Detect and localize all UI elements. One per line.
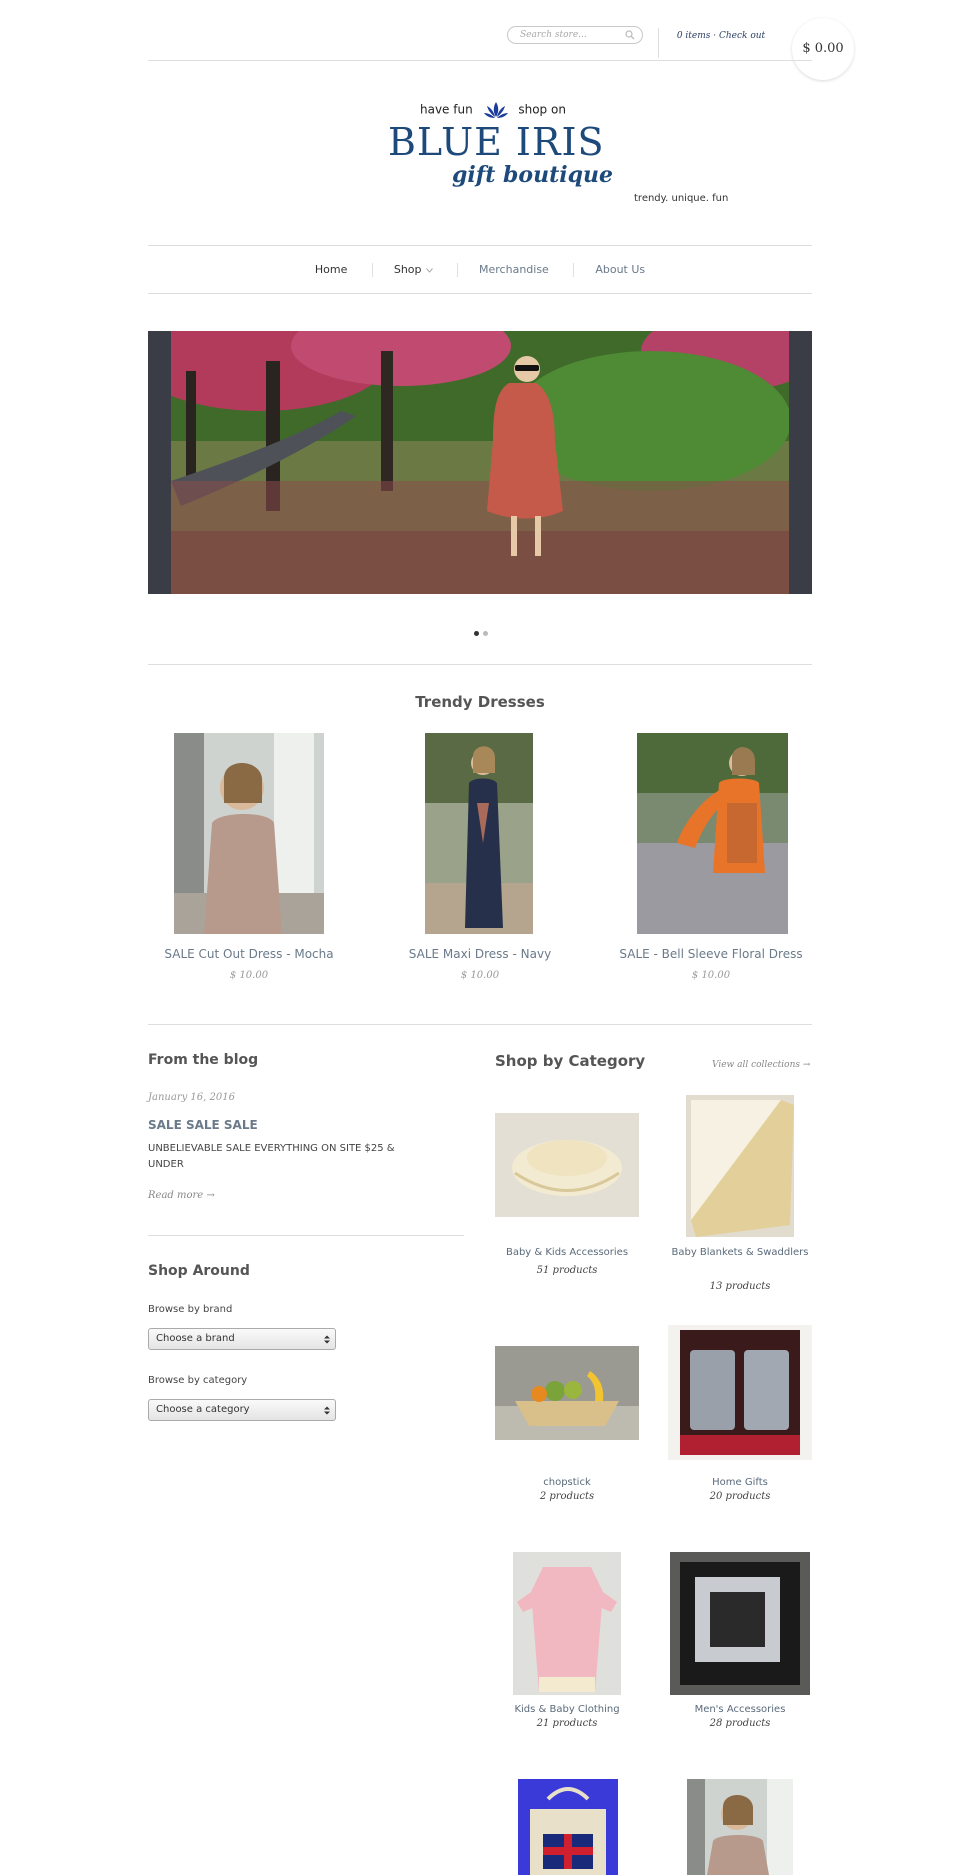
- nav-item-about[interactable]: About Us: [573, 263, 666, 277]
- category-count: 2 products: [539, 1491, 595, 1502]
- hero-slideshow[interactable]: [148, 331, 812, 594]
- main-nav: Home Shop Merchandise About Us: [148, 246, 812, 293]
- read-more-link[interactable]: Read more →: [148, 1190, 215, 1201]
- brand-select-value: Choose a brand: [156, 1333, 235, 1344]
- brand-select[interactable]: Choose a brand: [148, 1328, 336, 1350]
- nav-item-merchandise[interactable]: Merchandise: [457, 263, 570, 277]
- category-image[interactable]: [495, 1113, 639, 1217]
- product-title[interactable]: SALE Cut Out Dress - Mocha: [141, 947, 357, 961]
- search-box[interactable]: [507, 26, 643, 44]
- product-title[interactable]: SALE - Bell Sleeve Floral Dress: [603, 947, 819, 961]
- section-rule: [148, 1235, 464, 1236]
- cart-total[interactable]: $ 0.00: [792, 18, 854, 80]
- header-rule: [148, 60, 812, 61]
- product-title[interactable]: SALE Maxi Dress - Navy: [372, 947, 588, 961]
- category-image[interactable]: [686, 1095, 794, 1237]
- category-name[interactable]: chopstick: [495, 1475, 639, 1491]
- category-image[interactable]: [518, 1779, 618, 1875]
- category-select[interactable]: Choose a category: [148, 1399, 336, 1421]
- slideshow-pager: [472, 621, 490, 640]
- category-image[interactable]: [668, 1325, 812, 1460]
- logo-subtitle: gift boutique: [452, 162, 613, 188]
- chevron-down-icon: [425, 267, 433, 273]
- logo-text-left: have fun: [420, 102, 473, 117]
- category-select-value: Choose a category: [156, 1404, 250, 1415]
- product-image[interactable]: [637, 733, 788, 934]
- category-count: 21 products: [536, 1718, 598, 1729]
- search-input[interactable]: [520, 28, 620, 42]
- category-count: 51 products: [536, 1265, 598, 1276]
- category-count: 28 products: [709, 1718, 771, 1729]
- nav-link-shop[interactable]: Shop: [394, 263, 422, 276]
- blog-heading: From the blog: [148, 1052, 259, 1068]
- nav-rule-bottom: [148, 293, 812, 294]
- nav-link-home[interactable]: Home: [315, 263, 347, 276]
- category-count: 13 products: [709, 1281, 771, 1292]
- category-name[interactable]: Baby Blankets & Swaddlers: [668, 1245, 812, 1261]
- store-logo[interactable]: have fun shop on BLUE IRIS gift boutique: [380, 90, 613, 200]
- slide-dot-1[interactable]: [474, 631, 479, 636]
- product-price: $ 10.00: [229, 970, 269, 981]
- view-all-collections-link[interactable]: View all collections →: [712, 1060, 810, 1070]
- select-arrows-icon: [324, 1335, 330, 1344]
- search-icon[interactable]: [625, 30, 635, 40]
- logo-text-right: shop on: [518, 102, 566, 117]
- logo-tagline: trendy. unique. fun: [634, 193, 729, 204]
- header-divider: [658, 28, 659, 58]
- category-image[interactable]: [670, 1552, 810, 1695]
- logo-title: BLUE IRIS: [388, 120, 605, 164]
- category-name[interactable]: Men's Accessories: [668, 1702, 812, 1718]
- nav-item-shop[interactable]: Shop: [371, 263, 454, 277]
- blog-date: January 16, 2016: [148, 1092, 235, 1103]
- product-price: $ 10.00: [460, 970, 500, 981]
- nav-link-merchandise[interactable]: Merchandise: [479, 263, 549, 276]
- slide-dot-2[interactable]: [483, 631, 488, 636]
- category-count: 20 products: [709, 1491, 771, 1502]
- blog-excerpt: UNBELIEVABLE SALE EVERYTHING ON SITE $25…: [148, 1143, 395, 1170]
- browse-category-label: Browse by category: [148, 1375, 248, 1386]
- category-name[interactable]: Kids & Baby Clothing: [495, 1702, 639, 1718]
- product-image[interactable]: [174, 733, 324, 934]
- logo-top-line: have fun shop on: [420, 100, 566, 120]
- section-title-dresses: Trendy Dresses: [415, 693, 545, 711]
- cart-items-count: 0 items: [676, 31, 711, 41]
- select-arrows-icon: [324, 1406, 330, 1415]
- checkout-link[interactable]: Check out: [719, 31, 765, 41]
- section-rule: [148, 664, 812, 665]
- product-price: $ 10.00: [691, 970, 731, 981]
- category-heading: Shop by Category: [495, 1052, 646, 1070]
- cart-summary: 0 items · Check out: [676, 31, 766, 41]
- lotus-icon: [483, 102, 508, 118]
- product-image[interactable]: [425, 733, 533, 934]
- category-name[interactable]: Home Gifts: [668, 1475, 812, 1491]
- category-image[interactable]: [513, 1552, 621, 1695]
- nav-item-home[interactable]: Home: [294, 263, 368, 277]
- category-name[interactable]: Baby & Kids Accessories: [495, 1245, 639, 1261]
- browse-brand-label: Browse by brand: [148, 1304, 233, 1315]
- category-image[interactable]: [495, 1346, 639, 1440]
- shop-around-heading: Shop Around: [148, 1263, 250, 1279]
- category-image[interactable]: [687, 1779, 793, 1875]
- hero-slide-image[interactable]: [171, 331, 789, 594]
- nav-link-about[interactable]: About Us: [595, 263, 645, 276]
- section-rule: [148, 1024, 812, 1025]
- blog-post-title[interactable]: SALE SALE SALE: [148, 1118, 258, 1132]
